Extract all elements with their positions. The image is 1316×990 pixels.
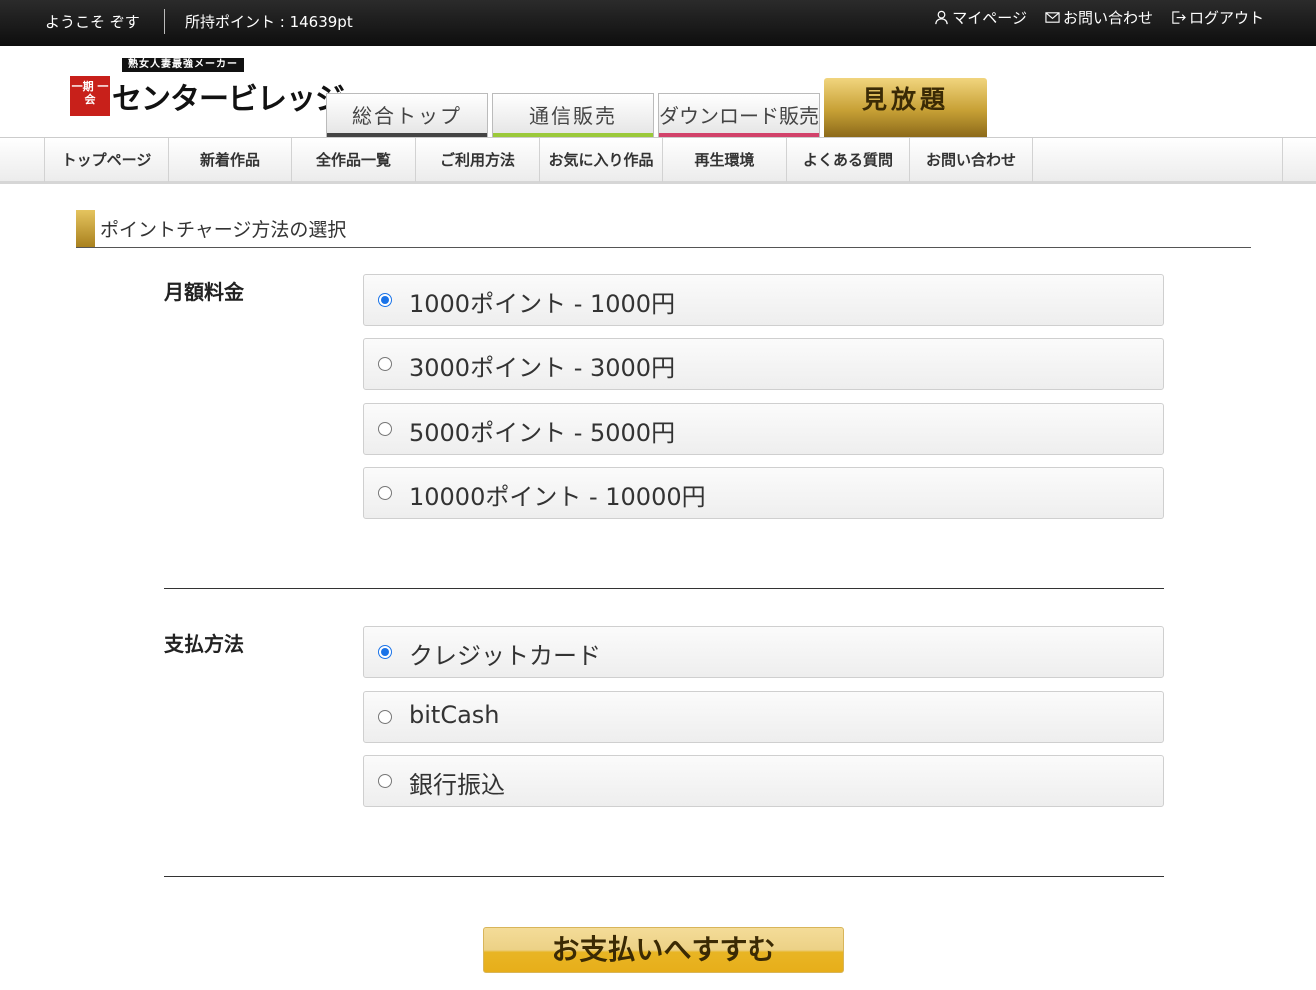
logout-icon — [1172, 11, 1186, 24]
plan-option-label: 10000ポイント - 10000円 — [409, 483, 706, 511]
nav-divider — [1282, 138, 1283, 182]
main-nav: トップページ 新着作品 全作品一覧 ご利用方法 お気に入り作品 再生環境 よくあ… — [0, 137, 1316, 184]
payment-option-label: bitCash — [409, 701, 500, 729]
radio-button[interactable] — [378, 293, 392, 307]
account-links: マイページ お問い合わせ ログアウト — [934, 7, 1264, 28]
nav-divider — [1032, 138, 1033, 182]
tab-unlimited-label: 見放題 — [861, 85, 949, 114]
points-balance: 所持ポイント : 14639pt — [185, 13, 353, 31]
nav-item-contact[interactable]: お問い合わせ — [909, 138, 1032, 182]
logo-tagline: 熟女人妻最強メーカー — [122, 58, 244, 72]
nav-item-faq[interactable]: よくある質問 — [786, 138, 909, 182]
payment-option[interactable]: クレジットカード — [363, 626, 1164, 678]
top-bar: ようこそ ぞす 所持ポイント : 14639pt マイページ お問い合わせ ログ… — [0, 0, 1316, 46]
welcome-text: ようこそ ぞす — [45, 13, 140, 31]
nav-item-new[interactable]: 新着作品 — [168, 138, 291, 182]
tab-unlimited[interactable]: 見放題 — [824, 78, 987, 137]
user-icon — [935, 10, 948, 25]
tab-download-sales[interactable]: ダウンロード販売 — [658, 93, 820, 137]
radio-button[interactable] — [378, 357, 392, 371]
plan-option[interactable]: 10000ポイント - 10000円 — [363, 467, 1164, 519]
tab-general-top[interactable]: 総合トップ — [326, 93, 488, 137]
site-logo[interactable]: 熟女人妻最強メーカー 一期 一会 センタービレッジ — [70, 56, 345, 118]
plan-option[interactable]: 1000ポイント - 1000円 — [363, 274, 1164, 326]
radio-button[interactable] — [378, 774, 392, 788]
nav-item-playback[interactable]: 再生環境 — [662, 138, 786, 182]
mail-icon — [1045, 12, 1060, 23]
payment-option[interactable]: 銀行振込 — [363, 755, 1164, 807]
mypage-label: マイページ — [952, 9, 1027, 27]
tab-mail-order[interactable]: 通信販売 — [492, 93, 654, 137]
logo-name: センタービレッジ — [112, 82, 345, 117]
divider — [164, 876, 1164, 877]
contact-link[interactable]: お問い合わせ — [1045, 7, 1153, 28]
radio-button[interactable] — [378, 710, 392, 724]
contact-label: お問い合わせ — [1062, 9, 1153, 27]
section-title: ポイントチャージ方法の選択 — [100, 219, 347, 241]
nav-item-all-works[interactable]: 全作品一覧 — [291, 138, 415, 182]
tab-download-sales-label: ダウンロード販売 — [659, 104, 819, 128]
radio-button[interactable] — [378, 645, 392, 659]
radio-button[interactable] — [378, 486, 392, 500]
payment-method-label: 支払方法 — [164, 632, 244, 656]
plan-option-label: 5000ポイント - 5000円 — [409, 419, 676, 447]
logout-link[interactable]: ログアウト — [1171, 7, 1264, 28]
nav-item-favorites[interactable]: お気に入り作品 — [539, 138, 662, 182]
mypage-link[interactable]: マイページ — [934, 7, 1027, 28]
payment-option-label: 銀行振込 — [409, 771, 505, 799]
radio-button[interactable] — [378, 422, 392, 436]
divider — [164, 588, 1164, 589]
plan-option-label: 3000ポイント - 3000円 — [409, 354, 676, 382]
section-heading: ポイントチャージ方法の選択 — [76, 210, 1251, 248]
payment-option-label: クレジットカード — [409, 642, 601, 670]
plan-option[interactable]: 3000ポイント - 3000円 — [363, 338, 1164, 390]
tab-mail-order-label: 通信販売 — [529, 104, 617, 128]
monthly-fee-label: 月額料金 — [164, 280, 244, 304]
plan-option-label: 1000ポイント - 1000円 — [409, 290, 676, 318]
logout-label: ログアウト — [1188, 9, 1264, 27]
tab-general-top-label: 総合トップ — [352, 104, 462, 128]
nav-item-top[interactable]: トップページ — [44, 138, 168, 182]
plan-option[interactable]: 5000ポイント - 5000円 — [363, 403, 1164, 455]
nav-item-usage[interactable]: ご利用方法 — [415, 138, 539, 182]
proceed-to-payment-button[interactable]: お支払いへすすむ — [483, 927, 844, 973]
payment-option[interactable]: bitCash — [363, 691, 1164, 743]
divider — [164, 9, 165, 34]
heading-marker — [76, 210, 95, 247]
logo-seal: 一期 一会 — [70, 76, 110, 116]
